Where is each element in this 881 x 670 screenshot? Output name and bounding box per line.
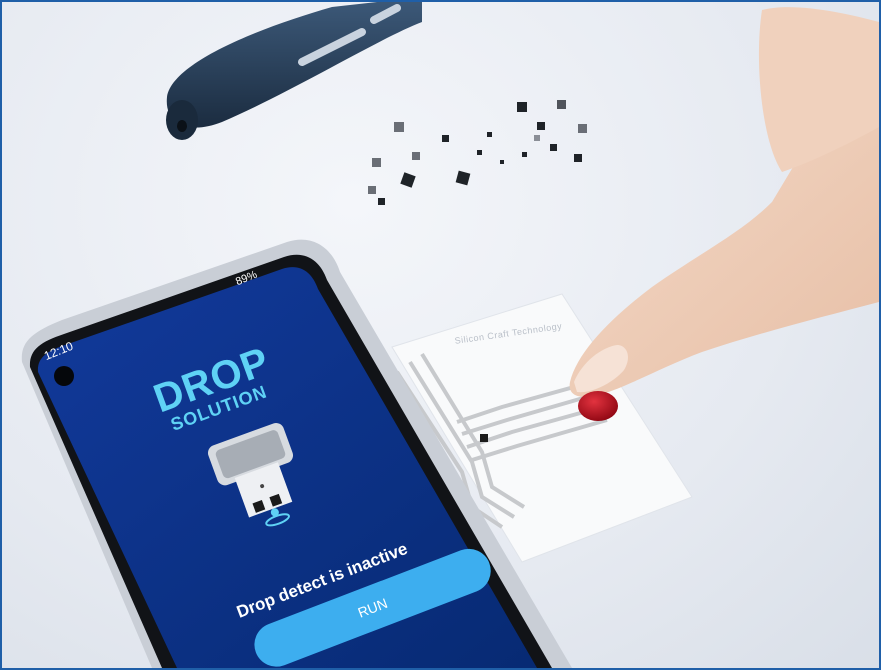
finger — [569, 7, 879, 397]
blood-drop — [578, 391, 618, 421]
photo-frame: 12:10 89% DROP SOLUTION Drop detect is i… — [0, 0, 881, 670]
lancet-pen — [166, 2, 422, 140]
run-button-label: RUN — [355, 594, 390, 621]
scattered-chips — [368, 100, 587, 205]
